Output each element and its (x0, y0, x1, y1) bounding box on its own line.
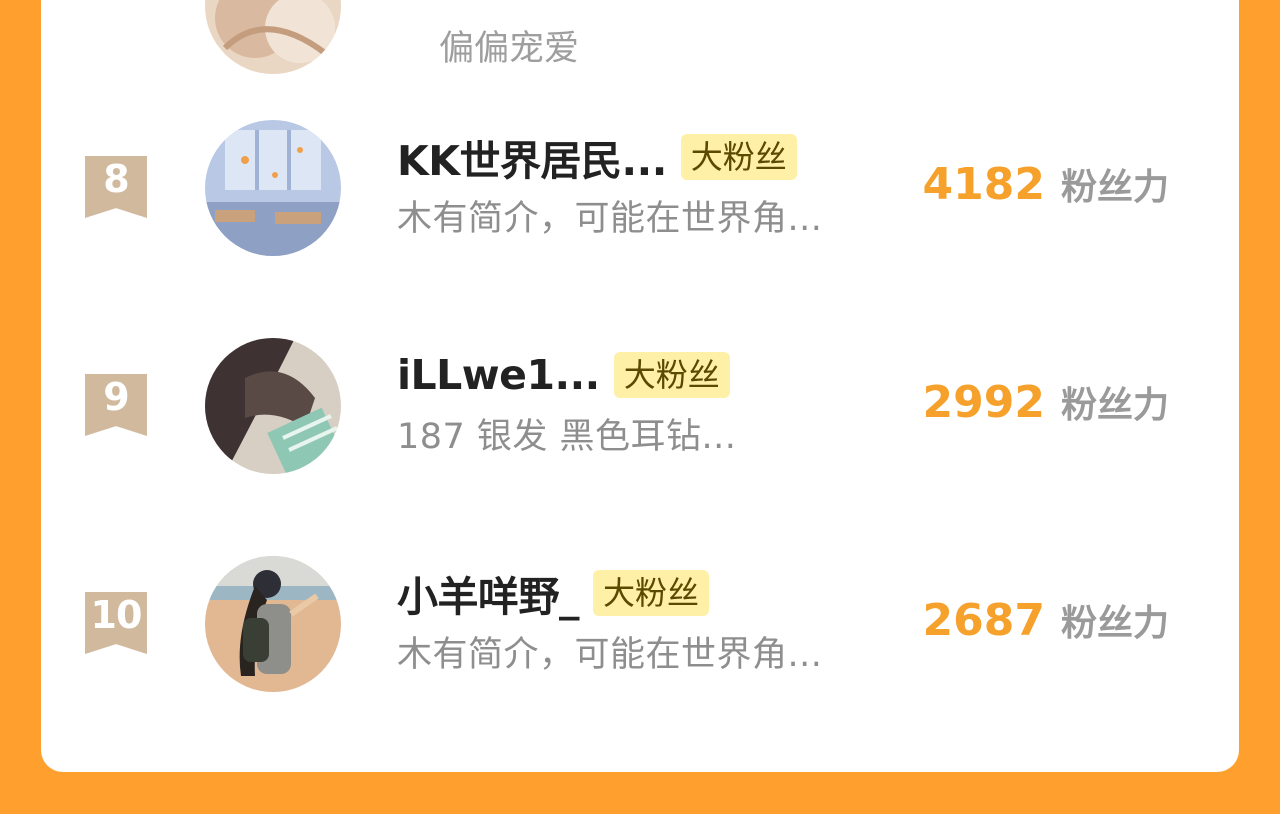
avatar[interactable] (205, 0, 341, 74)
fan-power-label: 粉丝力 (1060, 167, 1169, 208)
rank-badge: 8 (85, 156, 147, 218)
fan-power-value: 2992 (922, 377, 1045, 428)
rank-badge: 10 (85, 592, 147, 654)
fan-power-value: 2687 (922, 595, 1045, 646)
fan-level-badge: 大粉丝 (680, 134, 797, 180)
user-name[interactable]: KK世界居民... (397, 127, 667, 187)
list-item-partial[interactable]: 偏偏宠爱 (41, 0, 1239, 80)
fan-power-label: 粉丝力 (1060, 603, 1169, 644)
user-bio: 木有简介，可能在世界角... (397, 199, 823, 239)
avatar[interactable] (205, 120, 341, 256)
name-line: KK世界居民... 大粉丝 (397, 128, 797, 186)
list-item[interactable]: 8 KK世界居民... 大粉丝 木有简介，可能在世界角... 4182 粉丝力 (41, 118, 1239, 258)
avatar[interactable] (205, 338, 341, 474)
fan-ranking-card: 偏偏宠爱 8 KK世界居民... 大粉丝 木有简介，可能在世界角... 4182… (41, 0, 1239, 772)
fan-level-badge: 大粉丝 (613, 352, 730, 398)
fan-level-badge: 大粉丝 (593, 570, 710, 616)
fan-power: 2992 粉丝力 (923, 376, 1169, 428)
user-name[interactable]: 小羊咩野_ (397, 563, 580, 623)
user-bio: 187 银发 黑色耳钻... (397, 417, 737, 457)
user-name[interactable]: iLLwe1... (397, 351, 600, 399)
list-item[interactable]: 10 小羊咩野_ 大粉丝 木有简介，可能在世界角... 2687 粉丝力 (41, 554, 1239, 694)
avatar[interactable] (205, 556, 341, 692)
name-line: iLLwe1... 大粉丝 (397, 346, 730, 404)
name-line: 小羊咩野_ 大粉丝 (397, 563, 710, 623)
fan-power-value: 4182 (922, 159, 1045, 210)
fan-power: 4182 粉丝力 (923, 158, 1169, 210)
fan-power-label: 粉丝力 (1060, 385, 1169, 426)
rank-badge: 9 (85, 374, 147, 436)
user-bio: 偏偏宠爱 (439, 29, 580, 69)
list-item[interactable]: 9 iLLwe1... 大粉丝 187 银发 黑色耳钻... 2992 粉丝力 (41, 336, 1239, 476)
user-bio: 木有简介，可能在世界角... (397, 635, 823, 675)
fan-power: 2687 粉丝力 (923, 594, 1169, 646)
